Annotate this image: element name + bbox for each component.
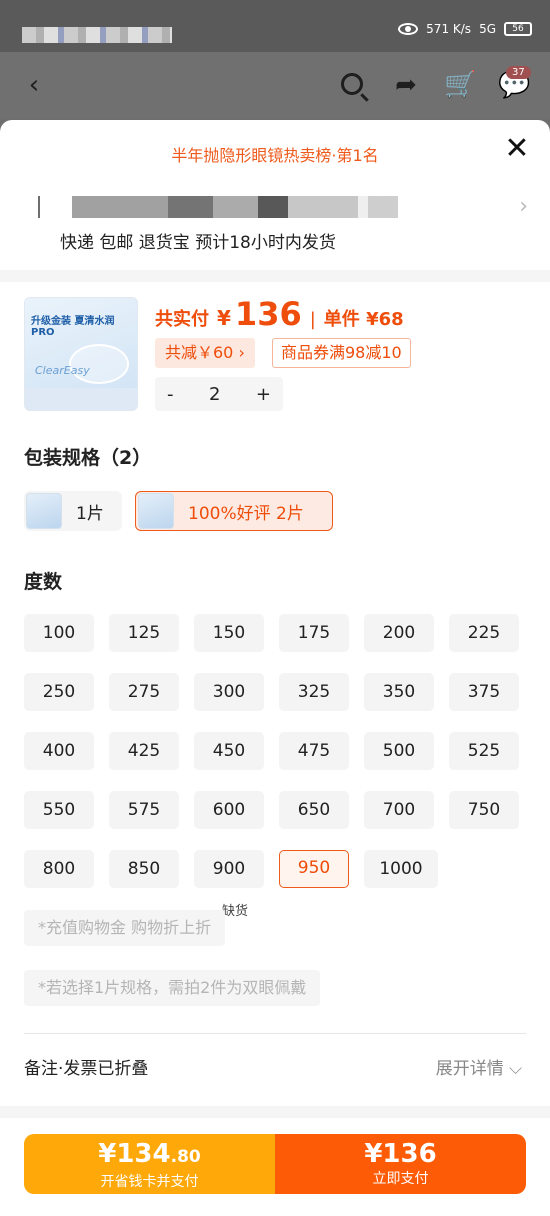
pay-now-amount: ¥136 [364,1139,437,1169]
discount-tag[interactable]: 共减￥60 › [155,338,255,368]
top-nav-bar: ‹ ➦ 🛒 💬 [0,52,550,118]
unit-price: 单件 ¥68 [323,309,404,330]
spec-title: 包装规格（2） [24,447,152,469]
status-bar: 571 K/s 5G 56 [0,0,550,52]
coupon-tag: 商品券满98减10 [272,338,411,368]
share-icon[interactable]: ➦ [390,69,422,101]
power-option-1000[interactable]: 1000 [364,850,438,888]
savings-pay-amount: ¥134.80 [98,1139,201,1169]
payment-bar: ¥134.80 开省钱卡并支付 ¥136 立即支付 [24,1134,526,1194]
spec-option-2[interactable]: 100%好评 2片 [135,491,333,531]
savings-pay-label: 开省钱卡并支付 [100,1174,199,1190]
thumbnail-caption: 升级金装 夏清水润PRO [31,316,115,338]
remark-label: 备注·发票已折叠 [24,1059,149,1079]
shipping-info: 快递 包邮 退货宝 预计18小时内发货 [60,233,336,253]
savings-card-pay-button[interactable]: ¥134.80 开省钱卡并支付 [24,1134,275,1194]
chevron-right-icon: › [519,194,528,219]
power-option-125[interactable]: 125 [109,614,179,652]
total-label: 共实付 [155,309,209,330]
power-option-200[interactable]: 200 [364,614,434,652]
section-divider [0,1106,550,1118]
product-thumbnail[interactable]: 升级金装 夏清水润PRO ClearEasy [24,297,138,411]
power-option-150[interactable]: 150 [194,614,264,652]
power-option-550[interactable]: 550 [24,791,94,829]
expand-details-link[interactable]: 展开详情 ⌵ [436,1054,522,1079]
promo-note: *充值购物金 购物折上折 [24,910,226,946]
out-of-stock-label: 缺货 [222,900,249,919]
price-separator: | [309,309,316,330]
qty-value[interactable]: 2 [209,384,220,405]
spec-note: *若选择1片规格，需拍2件为双眼佩戴 [24,970,321,1006]
power-option-850[interactable]: 850 [109,850,179,888]
power-option-900[interactable]: 900 [194,850,264,888]
battery-icon: 56 [504,22,532,36]
address-blurred [28,196,398,218]
power-option-800[interactable]: 800 [24,850,94,888]
power-option-450[interactable]: 450 [194,732,264,770]
cart-icon[interactable]: 🛒 [444,69,476,101]
price-line: 共实付 ¥ 136 | 单件 ¥68 [155,295,404,333]
power-option-950[interactable]: 950 [279,850,349,888]
divider [24,1033,526,1034]
power-option-225[interactable]: 225 [449,614,519,652]
power-option-300[interactable]: 300 [194,673,264,711]
network-indicator: 5G [479,22,496,36]
thumbnail-brand: ClearEasy [35,364,90,377]
close-button[interactable]: ✕ [502,134,532,164]
power-option-375[interactable]: 375 [449,673,519,711]
total-price: 136 [234,295,302,333]
carrier-info-blurred [22,27,172,43]
message-badge: 37 [506,66,531,79]
power-option-250[interactable]: 250 [24,673,94,711]
spec-option-image [26,493,62,529]
eye-comfort-icon [398,23,419,35]
power-option-475[interactable]: 475 [279,732,349,770]
search-icon[interactable] [336,69,368,101]
back-chevron-icon[interactable]: ‹ [18,69,50,101]
qty-plus-button[interactable]: + [256,384,271,405]
qty-minus-button[interactable]: - [167,384,174,405]
power-option-700[interactable]: 700 [364,791,434,829]
spec-option-label: 100%好评 2片 [188,503,304,524]
power-option-400[interactable]: 400 [24,732,94,770]
power-option-350[interactable]: 350 [364,673,434,711]
spec-option-1[interactable]: 1片 [24,491,122,531]
quantity-stepper: - 2 + [155,377,283,411]
power-option-425[interactable]: 425 [109,732,179,770]
power-option-275[interactable]: 275 [109,673,179,711]
power-option-525[interactable]: 525 [449,732,519,770]
power-title: 度数 [24,571,63,593]
power-option-575[interactable]: 575 [109,791,179,829]
power-option-600[interactable]: 600 [194,791,264,829]
rank-title[interactable]: 半年抛隐形眼镜热卖榜·第1名 [0,142,550,166]
power-option-100[interactable]: 100 [24,614,94,652]
pay-now-button[interactable]: ¥136 立即支付 [275,1134,526,1194]
spec-option-label: 1片 [76,503,104,524]
address-row[interactable]: › 快递 包邮 退货宝 预计18小时内发货 [0,182,550,268]
pay-now-label: 立即支付 [372,1171,429,1187]
spec-option-image [138,493,174,529]
currency-symbol: ¥ [217,306,231,330]
power-option-325[interactable]: 325 [279,673,349,711]
power-option-500[interactable]: 500 [364,732,434,770]
net-speed: 571 K/s [426,22,472,36]
power-option-750[interactable]: 750 [449,791,519,829]
power-option-175[interactable]: 175 [279,614,349,652]
status-icons: 571 K/s 5G 56 [398,22,532,36]
section-divider [0,270,550,282]
purchase-sheet: 半年抛隐形眼镜热卖榜·第1名 ✕ › 快递 包邮 退货宝 预计18小时内发货 升… [0,120,550,1216]
power-option-650[interactable]: 650 [279,791,349,829]
